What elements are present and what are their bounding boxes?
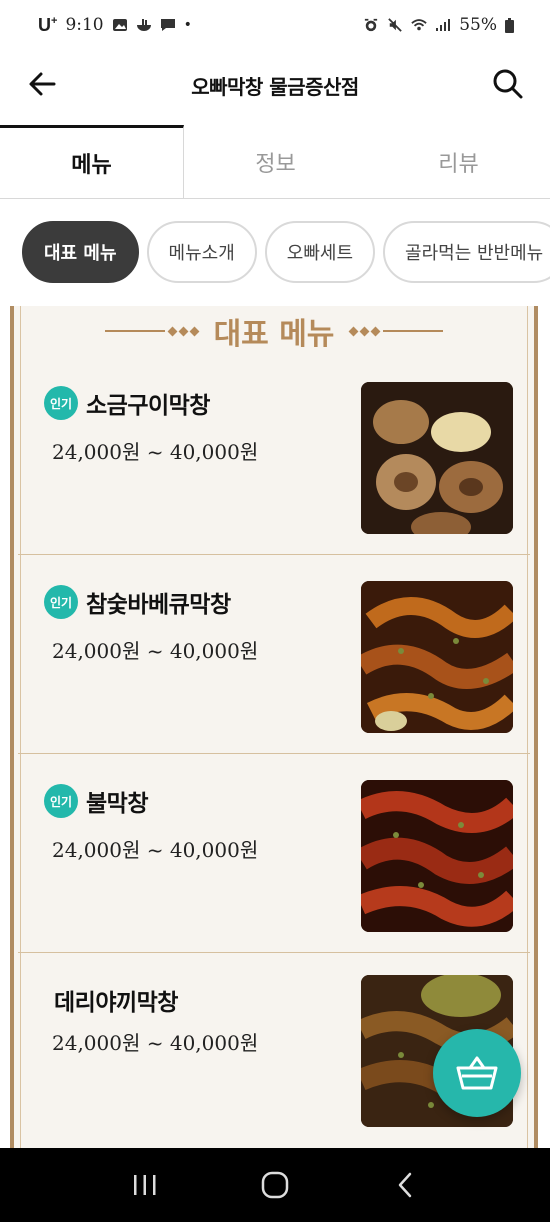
ornament-left: [104, 326, 200, 336]
basket-icon: [456, 1056, 498, 1090]
chip-oppa-set[interactable]: 오빠세트: [264, 221, 376, 283]
battery-icon: [505, 17, 514, 33]
menu-item[interactable]: 인기 참숯바베큐막창 24,000원 ~ 40,000원: [18, 555, 530, 754]
cart-button[interactable]: [433, 1029, 521, 1117]
recent-apps-icon: [134, 1175, 156, 1195]
item-name: 참숯바베큐막창: [86, 591, 231, 618]
popular-badge: 인기: [44, 585, 78, 619]
menu-board: 대표 메뉴 인기 소금구이막창 24,000원 ~ 40,000원 인기 참숯바…: [10, 306, 538, 1152]
recent-apps-button[interactable]: [125, 1165, 165, 1205]
tab-bar: 메뉴 정보 리뷰: [0, 125, 550, 199]
chip-signature-menu[interactable]: 대표 메뉴: [22, 221, 139, 283]
popular-badge: 인기: [44, 386, 78, 420]
status-right: 55%: [363, 15, 514, 35]
chip-half-half-menu[interactable]: 골라먹는 반반메뉴: [383, 221, 550, 283]
charcoal-bbq-makchang-photo: [361, 581, 513, 733]
item-name: 소금구이막창: [86, 392, 210, 419]
item-name-row: 인기 소금구이막창: [44, 386, 210, 420]
gallery-icon: [112, 19, 127, 31]
popular-badge: 인기: [44, 784, 78, 818]
wifi-icon: [411, 19, 427, 31]
home-button[interactable]: [255, 1165, 295, 1205]
battery-percent: 55%: [459, 15, 497, 35]
page-title: 오빠막창 물금증산점: [191, 74, 359, 99]
status-left: U+ 9:10 •: [38, 15, 192, 36]
menu-item[interactable]: 인기 소금구이막창 24,000원 ~ 40,000원: [18, 356, 530, 555]
message-icon: [160, 19, 175, 31]
back-arrow-icon[interactable]: [24, 66, 60, 102]
status-bar: U+ 9:10 • 55%: [0, 0, 550, 50]
category-chips: 대표 메뉴 메뉴소개 오빠세트 골라먹는 반반메뉴: [22, 221, 550, 283]
mute-icon: [388, 18, 402, 32]
more-notifications-dot: •: [183, 17, 192, 33]
item-price: 24,000원 ~ 40,000원: [52, 639, 259, 663]
item-price: 24,000원 ~ 40,000원: [52, 838, 259, 862]
item-name-row: 인기 불막창: [44, 784, 148, 818]
signal-icon: [436, 19, 451, 31]
chip-menu-intro[interactable]: 메뉴소개: [146, 221, 257, 283]
board-title: 대표 메뉴: [213, 317, 335, 352]
fire-makchang-photo: [361, 780, 513, 932]
item-name-row: 데리야끼막창: [54, 983, 178, 1017]
home-icon: [261, 1171, 289, 1199]
menu-item[interactable]: 인기 불막창 24,000원 ~ 40,000원: [18, 754, 530, 953]
carrier-label: U+: [38, 14, 58, 35]
item-name: 데리야끼막창: [54, 989, 178, 1016]
tab-info[interactable]: 정보: [184, 125, 367, 198]
item-name-row: 인기 참숯바베큐막창: [44, 585, 231, 619]
search-icon[interactable]: [490, 66, 526, 102]
tab-menu[interactable]: 메뉴: [0, 125, 184, 198]
tab-reviews[interactable]: 리뷰: [367, 125, 550, 198]
food-app-icon: [136, 19, 151, 31]
ornament-right: [348, 326, 444, 336]
salt-grilled-makchang-photo: [361, 382, 513, 534]
system-nav-bar: [0, 1148, 550, 1222]
app-header: 오빠막창 물금증산점: [0, 50, 550, 120]
item-price: 24,000원 ~ 40,000원: [52, 440, 259, 464]
chevron-left-icon: [398, 1172, 412, 1198]
board-header: 대표 메뉴: [14, 306, 534, 356]
system-back-button[interactable]: [385, 1165, 425, 1205]
alarm-icon: [365, 18, 378, 32]
item-name: 불막창: [86, 790, 148, 817]
item-price: 24,000원 ~ 40,000원: [52, 1031, 259, 1055]
status-time: 9:10: [65, 15, 104, 35]
